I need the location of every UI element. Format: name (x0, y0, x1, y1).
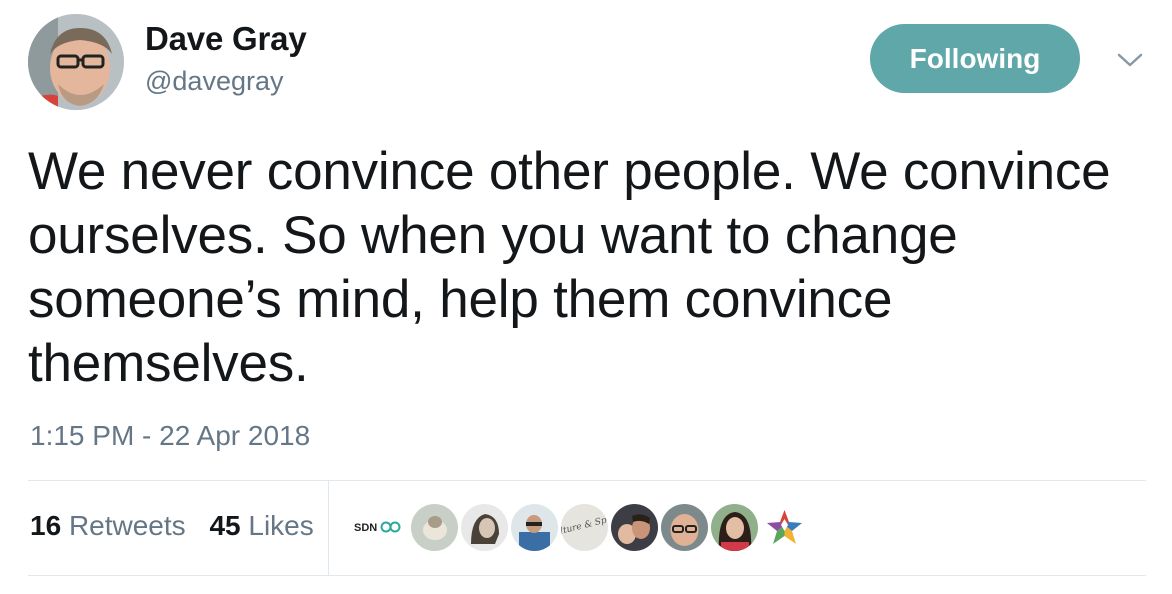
retweets-count: 16 (30, 510, 62, 541)
liker-avatar[interactable]: SDN (350, 503, 408, 551)
star-logo-icon (761, 503, 808, 551)
liker-avatar[interactable] (511, 503, 558, 551)
chevron-down-icon[interactable] (1115, 50, 1145, 70)
sdn-logo-icon: SDN (350, 503, 408, 551)
likes-label: Likes (248, 510, 314, 541)
retweets-stat[interactable]: 16 Retweets (30, 510, 186, 542)
liker-avatar[interactable] (411, 503, 458, 551)
liker-avatar[interactable] (761, 503, 808, 551)
liker-avatar[interactable] (611, 503, 658, 551)
avatar[interactable] (28, 14, 124, 110)
author-name[interactable]: Dave Gray (145, 20, 307, 58)
likes-count: 45 (209, 510, 241, 541)
liker-avatars: SDN Culture & Spirit (350, 503, 808, 551)
liker-avatar[interactable] (661, 503, 708, 551)
retweets-label: Retweets (68, 510, 186, 541)
tweet-stats: 16 Retweets 45 Likes (30, 510, 330, 542)
divider (28, 575, 1146, 576)
sdn-logo-text: SDN (354, 522, 377, 534)
liker-avatar[interactable]: Culture & Spirit (561, 503, 608, 551)
likes-stat[interactable]: 45 Likes (209, 510, 313, 542)
tweet-timestamp[interactable]: 1:15 PM - 22 Apr 2018 (30, 420, 310, 452)
culture-spirit-logo: Culture & Spirit (561, 503, 608, 551)
divider (28, 480, 1146, 481)
following-button[interactable]: Following (870, 24, 1080, 93)
liker-avatar[interactable] (461, 503, 508, 551)
liker-avatar[interactable] (711, 503, 758, 551)
author-handle[interactable]: @davegray (145, 66, 283, 97)
avatar-photo (28, 14, 124, 110)
tweet-text: We never convince other people. We convi… (28, 142, 1111, 393)
